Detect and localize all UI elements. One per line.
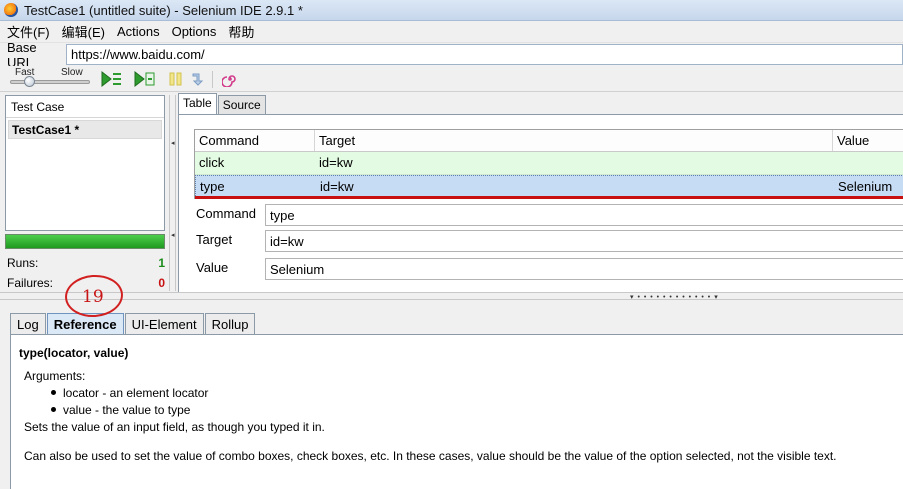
pause-button[interactable] (165, 70, 187, 88)
row-target: id=kw (320, 179, 354, 194)
bullet-icon (51, 390, 56, 395)
annotation-number: 19 (82, 287, 104, 307)
run-current-button[interactable] (134, 70, 156, 88)
step-icon (192, 73, 204, 86)
row-command: click (199, 155, 225, 170)
tab-rollup[interactable]: Rollup (204, 313, 256, 335)
tab-log[interactable]: Log (10, 313, 46, 335)
reference-pane: type(locator, value) Arguments: locator … (10, 334, 903, 489)
reference-note: Can also be used to set the value of com… (24, 449, 837, 463)
value-input[interactable] (265, 258, 903, 280)
target-input[interactable] (265, 230, 903, 252)
tab-table[interactable]: Table (178, 93, 217, 115)
argument-item: value - the value to type (63, 403, 191, 417)
speed-slider-track[interactable] (10, 80, 90, 84)
speed-slider-thumb[interactable] (24, 76, 35, 87)
base-url-input[interactable] (66, 44, 903, 65)
reference-signature: type(locator, value) (19, 346, 129, 360)
table-row-selected[interactable]: type id=kw Selenium (195, 175, 903, 198)
menu-edit[interactable]: 编辑(E) (55, 22, 110, 41)
toolbar-divider (212, 71, 213, 88)
failures-label: Failures: (7, 276, 54, 290)
collapse-left-icon[interactable]: ◂ (171, 139, 175, 147)
table-header: Command Target Value (195, 130, 903, 152)
base-url-bar: Base URL (0, 40, 903, 70)
menu-actions[interactable]: Actions (110, 24, 165, 39)
splitter-grip-icon[interactable]: ▾ • • • • • • • • • • • • ▾ (630, 293, 719, 301)
menu-file[interactable]: 文件(F) (0, 22, 55, 41)
target-label: Target (196, 232, 233, 247)
base-url-label: Base URL (7, 39, 37, 70)
runs-stat: Runs: 1 (7, 256, 167, 270)
speed-slow-label: Slow (61, 67, 83, 78)
test-case-item[interactable]: TestCase1 * (8, 120, 162, 139)
table-row[interactable]: click id=kw (195, 152, 903, 175)
bottom-tabs: Log Reference UI-Element Rollup (10, 312, 256, 335)
row-command: type (200, 179, 225, 194)
header-command[interactable]: Command (195, 130, 315, 151)
rollup-swirl-icon (222, 75, 236, 87)
menu-bar: 文件(F) 编辑(E) Actions Options 帮助 (0, 21, 903, 43)
runs-count: 1 (158, 256, 165, 270)
tab-source[interactable]: Source (217, 95, 266, 115)
title-bar: TestCase1 (untitled suite) - Selenium ID… (0, 0, 903, 21)
menu-help[interactable]: 帮助 (221, 22, 259, 41)
row-target: id=kw (319, 155, 353, 170)
horizontal-splitter[interactable]: ▾ • • • • • • • • • • • • ▾ (0, 292, 903, 301)
collapse-left-icon-2[interactable]: ◂ (171, 231, 175, 239)
toolbar: Fast Slow (0, 66, 903, 92)
row-value: Selenium (838, 179, 893, 194)
play-current-icon (134, 71, 155, 87)
tab-ui-element[interactable]: UI-Element (124, 313, 204, 335)
failures-count: 0 (158, 276, 165, 290)
editor-tabs: Table Source (178, 93, 267, 115)
argument-item: locator - an element locator (63, 386, 209, 400)
arguments-label: Arguments: (24, 369, 86, 383)
run-all-button[interactable] (101, 70, 123, 88)
firefox-icon (4, 3, 18, 17)
play-all-icon (101, 71, 121, 87)
row-value (833, 152, 903, 174)
vertical-splitter[interactable]: ◂ ◂ (169, 95, 176, 291)
value-label: Value (196, 260, 229, 275)
editor-pane: Command Target Value click id=kw type id… (178, 114, 903, 292)
test-case-panel: Test Case TestCase1 * (5, 95, 165, 231)
command-label: Command (196, 206, 256, 221)
command-input[interactable] (265, 204, 903, 226)
pause-icon (169, 72, 182, 86)
window-title: TestCase1 (untitled suite) - Selenium ID… (24, 2, 303, 18)
command-table: Command Target Value click id=kw type id… (194, 129, 903, 199)
progress-bar (5, 234, 165, 249)
reference-description: Sets the value of an input field, as tho… (24, 420, 325, 434)
test-case-header: Test Case (6, 96, 164, 118)
step-button[interactable] (188, 70, 210, 88)
menu-options[interactable]: Options (165, 24, 222, 39)
header-target[interactable]: Target (315, 130, 833, 151)
rollup-button[interactable] (219, 70, 241, 88)
runs-label: Runs: (7, 256, 39, 270)
bullet-icon (51, 407, 56, 412)
header-value[interactable]: Value (833, 130, 903, 151)
annotation-underline (195, 196, 903, 199)
